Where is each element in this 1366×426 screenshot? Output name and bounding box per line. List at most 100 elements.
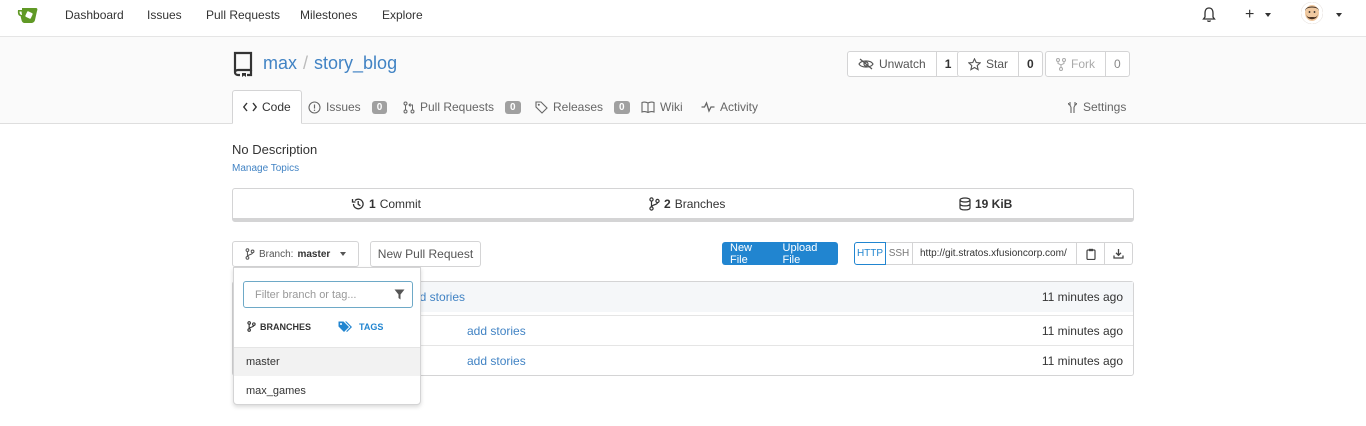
- stars-count[interactable]: 0: [1018, 52, 1042, 76]
- copy-url-button[interactable]: [1077, 242, 1105, 265]
- pulse-icon: [701, 101, 715, 113]
- nav-pull-requests[interactable]: Pull Requests: [206, 8, 280, 22]
- repo-header: [0, 36, 1366, 124]
- user-avatar-icon: [1301, 2, 1323, 24]
- commits-stat[interactable]: 1 Commit: [351, 197, 421, 211]
- tab-tags-label: TAGS: [359, 322, 384, 332]
- upload-file-button[interactable]: Upload File: [775, 242, 838, 266]
- repo-description: No Description: [232, 142, 318, 157]
- branch-item-master[interactable]: master: [234, 347, 420, 376]
- manage-topics-link[interactable]: Manage Topics: [232, 163, 299, 174]
- tools-icon: [1067, 101, 1078, 113]
- tab-branches[interactable]: BRANCHES: [247, 321, 311, 332]
- unwatch-button[interactable]: Unwatch: [848, 52, 936, 76]
- database-icon: [959, 197, 971, 211]
- star-button[interactable]: Star: [958, 52, 1018, 76]
- tab-activity-label: Activity: [720, 100, 759, 114]
- releases-count-badge: 0: [614, 100, 630, 114]
- create-new-icon[interactable]: +: [1245, 6, 1254, 24]
- branch-dropdown-menu: Filter branch or tag... BRANCHES TAGS ma…: [233, 267, 421, 405]
- branch-prefix: Branch:: [259, 248, 294, 260]
- tab-code[interactable]: Code: [232, 90, 302, 124]
- fork-label: Fork: [1071, 57, 1095, 71]
- tab-wiki[interactable]: Wiki: [641, 100, 683, 114]
- bell-icon[interactable]: [1202, 7, 1216, 23]
- filter-icon: [394, 289, 405, 300]
- nav-issues[interactable]: Issues: [147, 8, 182, 22]
- star-label: Star: [986, 57, 1009, 71]
- clipboard-icon: [1085, 248, 1096, 260]
- repo-stats-bar: 1 Commit 2 Branches 19 KiB: [232, 188, 1134, 222]
- current-branch: master: [297, 248, 331, 260]
- file-actions-group: New File Upload File: [722, 242, 838, 266]
- tags-icon: [338, 321, 352, 332]
- tab-issues[interactable]: Issues 0: [308, 100, 388, 114]
- nav-dashboard[interactable]: Dashboard: [65, 8, 124, 22]
- http-clone-button[interactable]: HTTP: [854, 242, 886, 265]
- tab-settings[interactable]: Settings: [1067, 100, 1126, 114]
- branch-selector-button[interactable]: Branch: master: [232, 241, 359, 267]
- nav-milestones[interactable]: Milestones: [300, 8, 357, 22]
- tab-pull-requests-label: Pull Requests: [420, 100, 495, 114]
- forks-count[interactable]: 0: [1105, 52, 1129, 76]
- git-pull-request-icon: [403, 101, 415, 113]
- repo-title-separator: /: [303, 53, 309, 73]
- caret-down-icon: [340, 252, 347, 256]
- caret-down-icon[interactable]: [1336, 13, 1342, 17]
- pulls-count-badge: 0: [505, 100, 521, 114]
- tab-issues-label: Issues: [326, 100, 361, 114]
- branches-count: 2: [664, 197, 671, 211]
- commit-age: 11 minutes ago: [1041, 324, 1123, 338]
- commits-label: Commit: [379, 197, 422, 211]
- nav-explore[interactable]: Explore: [382, 8, 423, 22]
- branch-filter-placeholder: Filter branch or tag...: [255, 288, 357, 301]
- size-stat: 19 KiB: [959, 197, 1012, 211]
- commit-age: 11 minutes ago: [1041, 290, 1123, 304]
- download-icon: [1113, 249, 1124, 259]
- new-file-button[interactable]: New File: [722, 242, 775, 266]
- star-icon: [968, 57, 981, 71]
- tab-branches-label: BRANCHES: [260, 321, 312, 332]
- new-pull-request-button[interactable]: New Pull Request: [370, 241, 481, 267]
- tab-releases-label: Releases: [553, 100, 604, 114]
- watchers-count[interactable]: 1: [935, 52, 960, 76]
- caret-down-icon[interactable]: [1265, 13, 1271, 17]
- history-icon: [351, 198, 364, 210]
- commit-age: 11 minutes ago: [1041, 354, 1123, 368]
- tab-settings-label: Settings: [1083, 100, 1127, 114]
- gitea-logo-icon[interactable]: [17, 5, 39, 25]
- code-icon: [243, 102, 257, 112]
- fork-button[interactable]: Fork: [1046, 52, 1105, 76]
- issue-opened-icon: [308, 100, 321, 114]
- avatar[interactable]: [1301, 2, 1323, 24]
- book-icon: [641, 101, 655, 113]
- commit-message[interactable]: add stories: [467, 354, 526, 368]
- clone-url-input[interactable]: http://git.stratos.xfusioncorp.com/: [913, 242, 1077, 265]
- repo-icon: [233, 51, 253, 77]
- branch-filter-input[interactable]: Filter branch or tag...: [243, 281, 413, 308]
- repo-owner-link[interactable]: max: [263, 53, 297, 73]
- download-button[interactable]: [1105, 242, 1133, 265]
- tab-releases[interactable]: Releases 0: [535, 100, 630, 114]
- git-branch-icon: [245, 248, 255, 260]
- branches-stat[interactable]: 2 Branches: [649, 197, 725, 211]
- branch-item-max-games[interactable]: max_games: [234, 376, 420, 405]
- top-navbar: Dashboard Issues Pull Requests Milestone…: [0, 0, 1366, 30]
- git-branch-icon: [247, 321, 256, 332]
- git-branch-icon: [649, 197, 660, 211]
- commit-message[interactable]: add stories: [467, 324, 526, 338]
- star-button-group: Star 0: [957, 51, 1043, 77]
- unwatch-button-group: Unwatch 1: [847, 51, 961, 77]
- tag-icon: [535, 100, 548, 114]
- eye-slash-icon: [858, 58, 874, 70]
- ssh-clone-button[interactable]: SSH: [886, 242, 913, 265]
- tab-tags[interactable]: TAGS: [338, 321, 383, 333]
- branches-label: Branches: [674, 197, 726, 211]
- fork-button-group: Fork 0: [1045, 51, 1130, 77]
- unwatch-label: Unwatch: [879, 57, 926, 71]
- repo-name-link[interactable]: story_blog: [314, 53, 397, 73]
- tab-code-label: Code: [262, 100, 291, 114]
- tab-activity[interactable]: Activity: [701, 100, 758, 114]
- commits-count: 1: [369, 197, 376, 211]
- tab-pull-requests[interactable]: Pull Requests 0: [403, 100, 521, 114]
